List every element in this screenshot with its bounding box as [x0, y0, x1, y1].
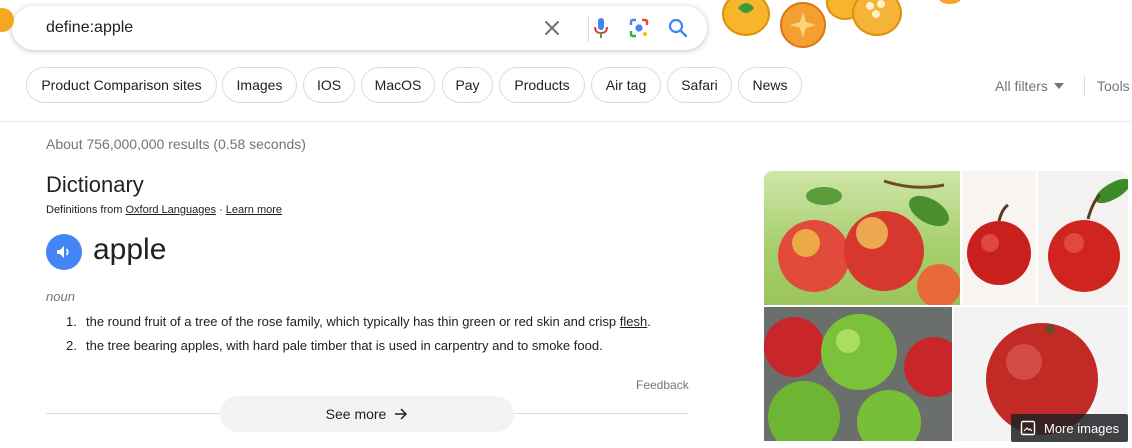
- pronunciation-button[interactable]: [46, 234, 82, 270]
- all-filters-label: All filters: [995, 78, 1048, 94]
- search-input[interactable]: define:apple: [46, 19, 133, 37]
- apple-image[interactable]: [764, 171, 960, 305]
- apple-image[interactable]: [1038, 171, 1128, 305]
- definition-text: the tree bearing apples, with hard pale …: [86, 338, 603, 353]
- learn-more-link[interactable]: Learn more: [226, 204, 282, 216]
- chip-pay[interactable]: Pay: [442, 67, 493, 103]
- feedback-link[interactable]: Feedback: [636, 378, 689, 392]
- more-images-label: More images: [1044, 420, 1120, 436]
- chip-safari[interactable]: Safari: [667, 67, 732, 103]
- definition-text: the round fruit of a tree of the rose fa…: [86, 314, 620, 329]
- definition-item: 1. the round fruit of a tree of the rose …: [66, 314, 651, 329]
- chip-products[interactable]: Products: [499, 67, 585, 103]
- see-more-label: See more: [325, 406, 387, 422]
- source-prefix: Definitions from: [46, 204, 126, 216]
- header-divider: [0, 121, 1132, 122]
- see-more-button[interactable]: See more: [220, 396, 514, 432]
- apple-image[interactable]: [962, 171, 1036, 305]
- doodle-fruit-icon[interactable]: [852, 0, 902, 36]
- google-lens-icon[interactable]: [627, 16, 651, 40]
- flesh-link[interactable]: flesh: [620, 314, 647, 329]
- oxford-languages-link[interactable]: Oxford Languages: [125, 204, 216, 216]
- source-separator: ·: [216, 204, 226, 216]
- definition-number: 2.: [66, 338, 77, 353]
- definition-item: 2. the tree bearing apples, with hard pal…: [66, 338, 603, 353]
- search-box[interactable]: define:apple: [12, 6, 707, 50]
- tools-button[interactable]: Tools: [1097, 78, 1130, 94]
- part-of-speech: noun: [46, 289, 75, 304]
- chip-air-tag[interactable]: Air tag: [591, 67, 661, 103]
- chip-ios[interactable]: IOS: [303, 67, 355, 103]
- headword: apple: [93, 233, 167, 266]
- doodle-fruit-icon: [938, 0, 962, 4]
- microphone-icon[interactable]: [589, 16, 613, 40]
- apple-image[interactable]: [764, 307, 952, 441]
- search-icon[interactable]: [666, 16, 690, 40]
- chip-news[interactable]: News: [738, 67, 802, 103]
- arrow-right-icon: [395, 408, 408, 420]
- close-icon[interactable]: [540, 16, 564, 40]
- speaker-icon: [57, 246, 69, 258]
- definitions-source: Definitions from Oxford Languages · Lear…: [46, 204, 282, 216]
- filters-divider: [1084, 76, 1085, 96]
- image-icon: [1020, 420, 1036, 436]
- doodle-fruit-icon[interactable]: [780, 2, 826, 48]
- more-images-button[interactable]: More images: [1011, 414, 1128, 442]
- doodle-fruit-icon[interactable]: [722, 0, 770, 36]
- chip-images[interactable]: Images: [222, 67, 297, 103]
- all-filters-button[interactable]: All filters: [995, 78, 1064, 94]
- definition-number: 1.: [66, 314, 77, 329]
- chip-product-comparison-sites[interactable]: Product Comparison sites: [26, 67, 217, 103]
- chip-macos[interactable]: MacOS: [361, 67, 435, 103]
- caret-down-icon: [1053, 83, 1064, 89]
- dictionary-title: Dictionary: [46, 172, 144, 197]
- result-stats: About 756,000,000 results (0.58 seconds): [46, 136, 306, 152]
- definition-end: .: [647, 314, 651, 329]
